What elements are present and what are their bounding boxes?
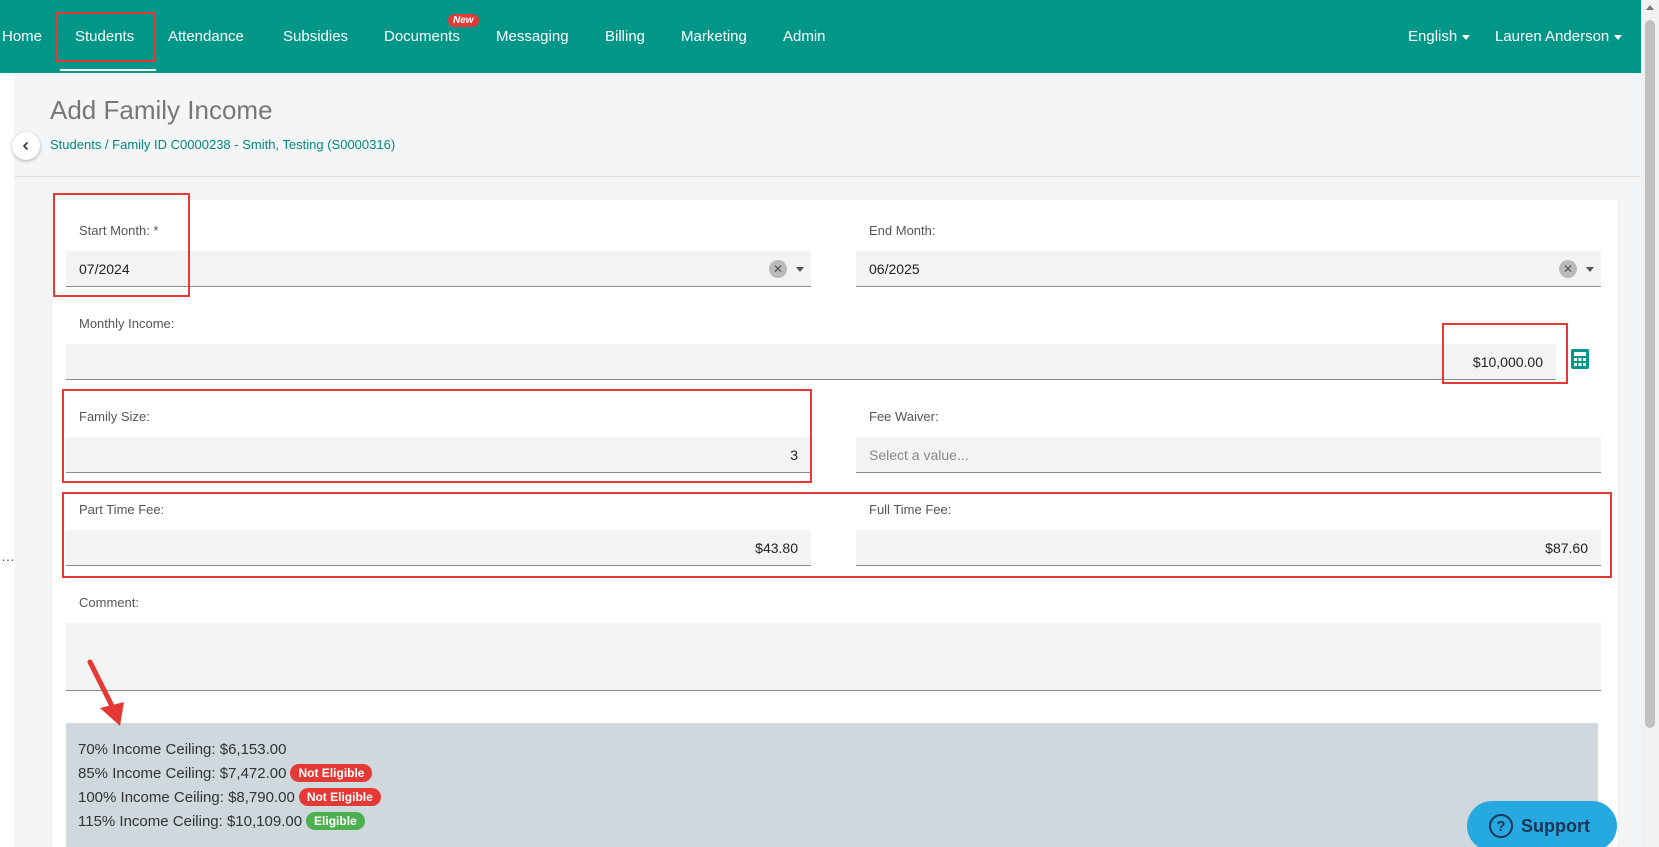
- sidebar-collapsed: [0, 73, 14, 847]
- comment-textarea[interactable]: [66, 623, 1601, 691]
- highlight-students-nav: [56, 12, 156, 62]
- clear-icon[interactable]: ✕: [1559, 260, 1577, 278]
- nav-home[interactable]: Home: [2, 28, 42, 45]
- nav-messaging[interactable]: Messaging: [496, 28, 569, 45]
- ellipsis-icon[interactable]: …: [1, 548, 15, 564]
- language-dropdown[interactable]: English: [1408, 28, 1471, 45]
- end-month-value: 06/2025: [869, 260, 920, 277]
- support-button[interactable]: ? Support: [1467, 801, 1617, 847]
- ceiling-text: 115% Income Ceiling: $10,109.00: [78, 812, 303, 830]
- chevron-left-icon: [22, 141, 29, 151]
- eligible-badge: Eligible: [306, 812, 365, 830]
- monthly-income-label: Monthly Income:: [79, 316, 175, 331]
- not-eligible-badge: Not Eligible: [290, 764, 373, 782]
- question-circle-icon: ?: [1489, 814, 1513, 838]
- clear-icon[interactable]: ✕: [769, 260, 787, 278]
- support-label: Support: [1521, 815, 1590, 836]
- breadcrumb[interactable]: Students / Family ID C0000238 - Smith, T…: [50, 137, 395, 152]
- nav-admin[interactable]: Admin: [783, 28, 826, 45]
- end-month-select[interactable]: 06/2025 ✕: [856, 251, 1601, 287]
- chevron-down-icon[interactable]: [1586, 267, 1594, 272]
- ceiling-row: 85% Income Ceiling: $7,472.00 Not Eligibl…: [78, 761, 1586, 785]
- ceiling-text: 70% Income Ceiling: $6,153.00: [78, 740, 287, 758]
- fee-waiver-placeholder: Select a value...: [869, 446, 969, 463]
- sidebar-toggle-button[interactable]: [12, 132, 40, 160]
- chevron-down-icon: [1462, 34, 1471, 40]
- ceiling-row: 100% Income Ceiling: $8,790.00 Not Eligib…: [78, 785, 1586, 809]
- fee-waiver-label: Fee Waiver:: [869, 409, 939, 424]
- ceiling-row: 115% Income Ceiling: $10,109.00 Eligible: [78, 809, 1586, 833]
- nav-attendance[interactable]: Attendance: [168, 28, 244, 45]
- ceiling-text: 85% Income Ceiling: $7,472.00: [78, 764, 287, 782]
- scrollbar-thumb[interactable]: [1645, 20, 1655, 728]
- highlight-monthly-income: [1442, 323, 1568, 384]
- header-divider: [14, 176, 1641, 177]
- highlight-family-size: [62, 389, 812, 483]
- highlight-start-month: [53, 193, 190, 297]
- chevron-down-icon[interactable]: [796, 267, 804, 272]
- chevron-down-icon: [1614, 34, 1623, 40]
- nav-active-indicator: [60, 69, 156, 71]
- monthly-income-input[interactable]: $10,000.00: [66, 344, 1556, 380]
- user-menu-dropdown[interactable]: Lauren Anderson: [1495, 28, 1623, 45]
- scroll-up-icon[interactable]: [1646, 5, 1654, 10]
- fee-waiver-select[interactable]: Select a value...: [856, 437, 1601, 473]
- end-month-label: End Month:: [869, 223, 936, 238]
- nav-subsidies[interactable]: Subsidies: [283, 28, 348, 45]
- top-navbar: Home Students Attendance Subsidies Docum…: [0, 0, 1659, 73]
- user-name: Lauren Anderson: [1495, 28, 1610, 45]
- page-title: Add Family Income: [50, 95, 273, 125]
- nav-billing[interactable]: Billing: [605, 28, 645, 45]
- ceiling-text: 100% Income Ceiling: $8,790.00: [78, 788, 295, 806]
- calculator-icon[interactable]: [1570, 348, 1590, 370]
- language-label: English: [1408, 28, 1458, 45]
- nav-marketing[interactable]: Marketing: [681, 28, 747, 45]
- highlight-fees: [62, 492, 1612, 578]
- documents-new-badge: New: [448, 14, 479, 27]
- income-ceilings-panel: 70% Income Ceiling: $6,153.00 85% Income…: [66, 723, 1598, 847]
- ceiling-row: 70% Income Ceiling: $6,153.00: [78, 737, 1586, 761]
- annotation-arrow-icon: [87, 659, 124, 726]
- nav-documents[interactable]: Documents: [384, 28, 460, 45]
- comment-label: Comment:: [79, 595, 139, 610]
- not-eligible-badge: Not Eligible: [298, 788, 381, 806]
